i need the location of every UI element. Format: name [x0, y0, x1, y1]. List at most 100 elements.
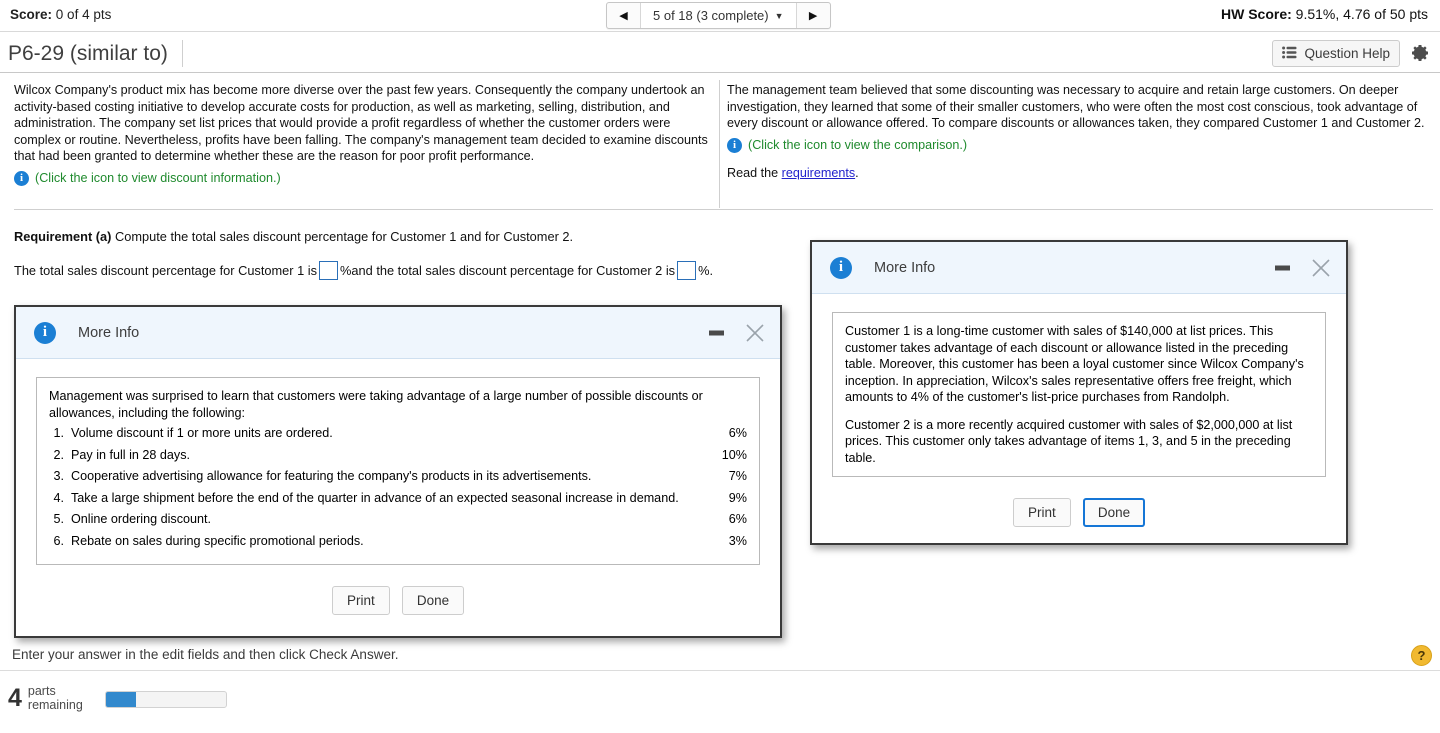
list-item-text: Online ordering discount.: [71, 512, 212, 526]
comparison-info-panel: Customer 1 is a long-time customer with …: [832, 312, 1326, 477]
problem-paragraph-left: Wilcox Company's product mix has become …: [14, 83, 708, 164]
answer-text-part2: and the total sales discount percentage …: [351, 263, 676, 278]
parts-remaining-label-line1: parts: [27, 684, 56, 698]
statement-bottom-divider: [14, 209, 1433, 210]
list-item-number: 2.: [53, 447, 64, 462]
list-item-percent: 9%: [728, 490, 747, 505]
dialog-title: More Info: [874, 259, 936, 276]
parts-remaining-label-line2: remaining: [27, 698, 83, 712]
problem-statement-left: Wilcox Company's product mix has become …: [14, 82, 714, 187]
discount-list: 1. Volume discount if 1 or more units ar…: [49, 425, 747, 549]
answer-pct-sign-1: %: [340, 263, 352, 278]
list-item-text: Volume discount if 1 or more units are o…: [71, 426, 333, 440]
dialog-footer: Print Done: [812, 477, 1346, 545]
read-requirements-row: Read the requirements.: [727, 165, 1433, 182]
list-item: 4. Take a large shipment before the end …: [49, 490, 747, 507]
parts-remaining-count: 4: [8, 683, 22, 712]
answer-line: The total sales discount percentage for …: [14, 261, 713, 280]
list-item-percent: 6%: [728, 426, 747, 440]
dialog-title: More Info: [78, 324, 140, 341]
list-item: 6. Rebate on sales during specific promo…: [49, 533, 747, 550]
discount-info-panel: Management was surprised to learn that c…: [36, 377, 760, 565]
list-icon: [1282, 46, 1297, 62]
requirement-label: Requirement (a): [14, 229, 112, 244]
list-item-text: Cooperative advertising allowance for fe…: [71, 469, 592, 483]
comparison-info-link-label[interactable]: (Click the icon to view the comparison.): [748, 137, 967, 154]
more-info-dialog-discounts: i More Info Management was surprised to …: [14, 305, 782, 638]
more-info-dialog-comparison: i More Info Customer 1 is a long-time cu…: [810, 240, 1348, 545]
chevron-down-icon: ▼: [774, 10, 784, 21]
done-button[interactable]: Done: [1082, 498, 1146, 527]
close-icon[interactable]: [1310, 257, 1332, 279]
print-button[interactable]: Print: [1012, 498, 1071, 527]
help-icon[interactable]: ?: [1411, 645, 1432, 666]
discount-info-link-row[interactable]: i (Click the icon to view discount infor…: [14, 170, 714, 187]
list-item-number: 1.: [53, 426, 64, 440]
print-button[interactable]: Print: [331, 586, 390, 615]
list-item: 3. Cooperative advertising allowance for…: [49, 468, 747, 485]
problem-paragraph-right: The management team believed that some d…: [727, 83, 1425, 131]
info-icon[interactable]: i: [14, 170, 29, 186]
info-icon[interactable]: i: [727, 137, 742, 153]
answer-text-part1: The total sales discount percentage for …: [14, 263, 318, 278]
list-item-percent: 10%: [721, 447, 747, 462]
score-bar: Score: 0 of 4 pts ◀ 5 of 18 (3 complete)…: [0, 0, 1440, 32]
minimize-icon[interactable]: [1275, 265, 1290, 270]
hw-score-label: HW Score:: [1220, 6, 1292, 22]
prev-question-button[interactable]: ◀: [607, 3, 641, 28]
list-item-number: 5.: [53, 512, 64, 526]
progress-bar-fill: [106, 692, 136, 707]
list-item-number: 6.: [53, 533, 64, 548]
minimize-icon[interactable]: [709, 330, 724, 335]
list-item-number: 3.: [53, 469, 64, 483]
list-item-text: Pay in full in 28 days.: [71, 447, 191, 462]
list-item-number: 4.: [53, 490, 64, 505]
dialog-footer: Print Done: [16, 565, 780, 633]
requirement-text: Compute the total sales discount percent…: [111, 229, 574, 244]
list-item: 2. Pay in full in 28 days. 10%: [49, 447, 747, 464]
next-question-button[interactable]: ▶: [795, 3, 830, 28]
list-item-text: Take a large shipment before the end of …: [71, 490, 679, 505]
list-item-percent: 7%: [728, 469, 747, 483]
score-display: Score: 0 of 4 pts: [10, 7, 111, 22]
statement-divider: [719, 80, 720, 208]
discount-intro-text: Management was surprised to learn that c…: [49, 389, 703, 420]
dialog-body: Management was surprised to learn that c…: [16, 359, 780, 565]
discount-pct-customer2-input[interactable]: [677, 261, 697, 280]
dialog-body: Customer 1 is a long-time customer with …: [812, 294, 1346, 477]
discount-pct-customer1-input[interactable]: [319, 261, 339, 280]
close-icon[interactable]: [744, 322, 766, 344]
hw-score-display: HW Score: 9.51%, 4.76 of 50 pts: [1221, 6, 1428, 22]
done-button[interactable]: Done: [401, 586, 465, 615]
question-help-label: Question Help: [1304, 46, 1390, 61]
dialog-header: i More Info: [16, 307, 780, 359]
instruction-hint: Enter your answer in the edit fields and…: [12, 647, 399, 662]
comparison-info-link-row[interactable]: i (Click the icon to view the comparison…: [727, 137, 1433, 154]
info-icon: i: [830, 256, 852, 279]
question-selector[interactable]: 5 of 18 (3 complete) ▼: [641, 3, 796, 28]
gear-icon[interactable]: [1410, 43, 1430, 66]
question-navigator[interactable]: ◀ 5 of 18 (3 complete) ▼ ▶: [606, 2, 831, 29]
page-title: P6-29 (similar to): [8, 40, 183, 67]
read-requirements-prefix: Read the: [727, 166, 782, 181]
score-label: Score:: [10, 7, 53, 22]
hw-score-value: 9.51%, 4.76 of 50 pts: [1295, 6, 1428, 22]
info-icon: i: [34, 321, 56, 344]
list-item-text: Rebate on sales during specific promotio…: [71, 533, 364, 548]
list-item-percent: 3%: [728, 533, 747, 548]
question-title-bar: P6-29 (similar to) Question Help: [0, 33, 1440, 73]
read-requirements-suffix: .: [855, 166, 859, 181]
requirement-line: Requirement (a) Compute the total sales …: [14, 229, 573, 244]
dialog-header: i More Info: [812, 242, 1346, 294]
question-selector-label: 5 of 18 (3 complete): [653, 8, 769, 23]
requirements-link[interactable]: requirements: [782, 166, 856, 180]
parts-remaining-label: parts remaining: [28, 684, 83, 712]
comparison-paragraph-2: Customer 2 is a more recently acquired c…: [845, 417, 1293, 465]
progress-bar: [105, 691, 227, 708]
score-value: 0 of 4 pts: [55, 7, 112, 22]
question-help-button[interactable]: Question Help: [1272, 40, 1400, 67]
answer-pct-sign-2: %.: [698, 263, 714, 278]
discount-info-link-label[interactable]: (Click the icon to view discount informa…: [35, 170, 281, 187]
list-item-percent: 6%: [728, 512, 747, 526]
parts-remaining: 4 parts remaining: [8, 684, 83, 712]
